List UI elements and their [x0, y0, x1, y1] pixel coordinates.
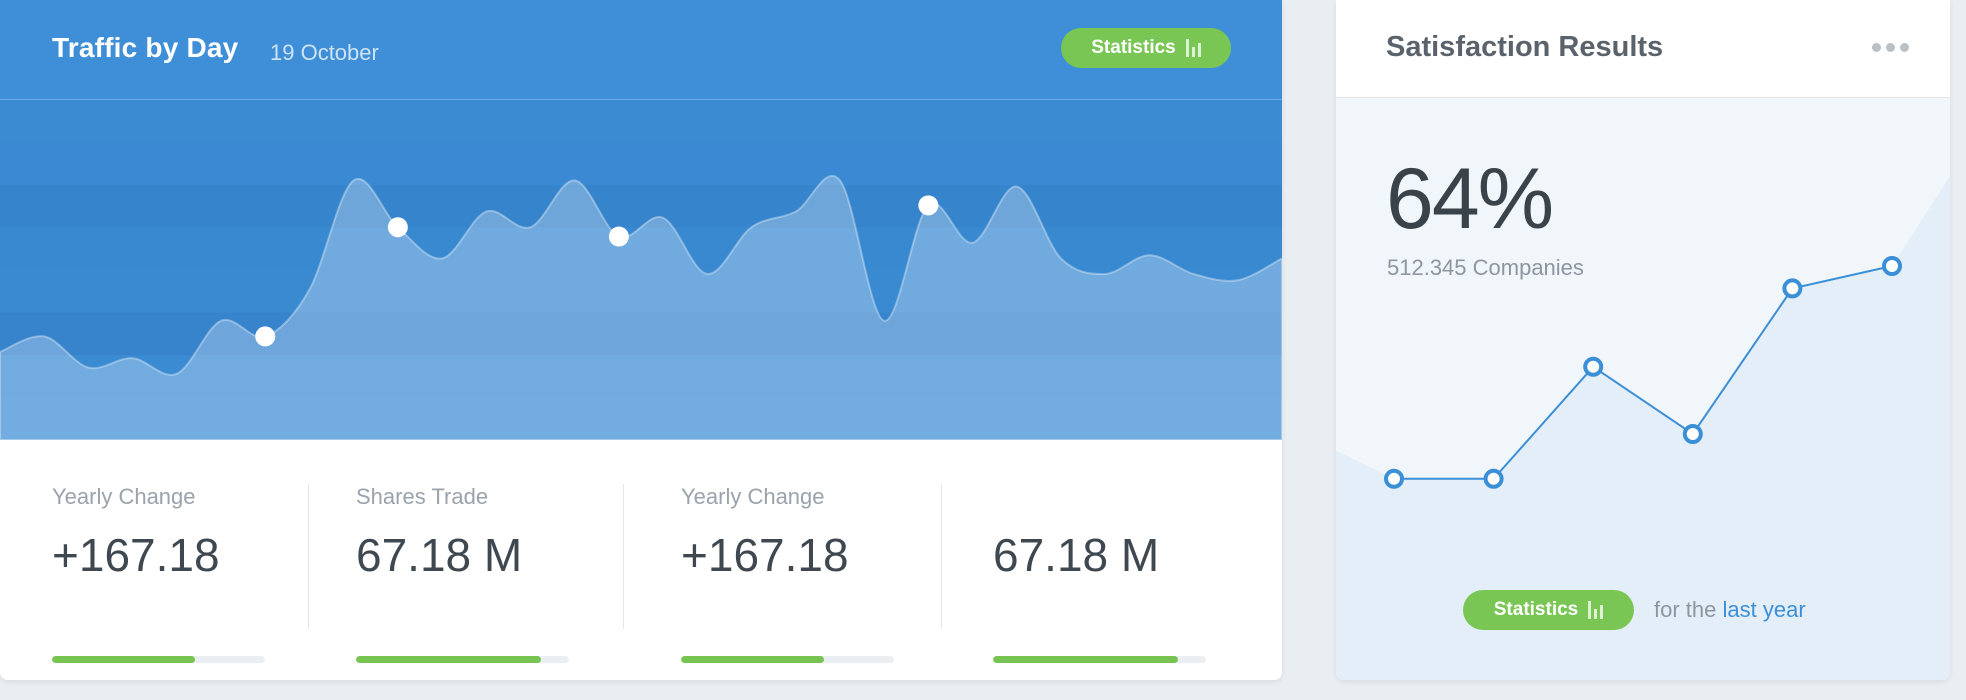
- chart-band: [0, 185, 1282, 229]
- bar-chart-icon: [1588, 601, 1604, 619]
- stat-value: 67.18 M: [993, 529, 1160, 581]
- bar-chart-icon: [1185, 39, 1201, 57]
- satisfaction-percent: 64%: [1386, 151, 1554, 247]
- traffic-header: Traffic by Day 19 October Statistics: [0, 0, 1282, 100]
- satisfaction-card: Satisfaction Results 64% 512.345 Compani…: [1336, 0, 1950, 680]
- satisfaction-title: Satisfaction Results: [1386, 31, 1664, 63]
- satisfaction-area: [1336, 176, 1950, 680]
- statistics-label: Statistics: [1493, 599, 1579, 620]
- stat-divider: [308, 484, 309, 629]
- traffic-point[interactable]: [918, 195, 939, 216]
- traffic-stats: Yearly Change +167.18 Shares Trade 67.18…: [0, 440, 1282, 680]
- more-dots-icon[interactable]: [1872, 40, 1916, 54]
- last-year-link[interactable]: last year: [1723, 597, 1806, 622]
- stat-progress: [681, 656, 894, 663]
- stat-label: Yearly Change: [52, 484, 196, 509]
- footnote-prefix: for the: [1654, 597, 1717, 622]
- satisfaction-point[interactable]: [1583, 356, 1604, 377]
- satisfaction-footnote: for the last year: [1654, 597, 1806, 623]
- satisfaction-point[interactable]: [1882, 256, 1902, 276]
- satisfaction-statistics-button[interactable]: Statistics: [1463, 590, 1634, 630]
- stat-label: Shares Trade: [356, 484, 489, 509]
- traffic-statistics-button[interactable]: Statistics: [1061, 28, 1231, 68]
- chart-band: [0, 100, 1282, 144]
- stat-divider: [623, 484, 624, 629]
- stat-progress: [993, 656, 1206, 663]
- traffic-point[interactable]: [608, 226, 629, 247]
- stat-value: +167.18: [681, 529, 849, 581]
- traffic-point[interactable]: [255, 326, 276, 347]
- stat-label: Yearly Change: [681, 484, 825, 509]
- satisfaction-point[interactable]: [1682, 424, 1703, 444]
- stat-progress: [356, 656, 569, 663]
- satisfaction-point[interactable]: [1483, 468, 1504, 489]
- traffic-title: Traffic by Day: [52, 32, 239, 63]
- stat-value: 67.18 M: [356, 529, 523, 581]
- stat-progress: [52, 656, 265, 663]
- traffic-chart: [0, 100, 1282, 440]
- satisfaction-point[interactable]: [1782, 278, 1803, 299]
- satisfaction-companies: 512.345 Companies: [1387, 255, 1584, 280]
- chart-band: [0, 142, 1282, 186]
- stat-value: +167.18: [52, 529, 220, 581]
- satisfaction-point[interactable]: [1384, 468, 1404, 489]
- traffic-card: Traffic by Day 19 October Statistics Yea…: [0, 0, 1282, 680]
- traffic-date: 19 October: [270, 40, 379, 65]
- traffic-point[interactable]: [387, 217, 408, 238]
- statistics-label: Statistics: [1091, 37, 1176, 58]
- stat-divider: [941, 484, 942, 629]
- satisfaction-header: Satisfaction Results: [1336, 0, 1950, 98]
